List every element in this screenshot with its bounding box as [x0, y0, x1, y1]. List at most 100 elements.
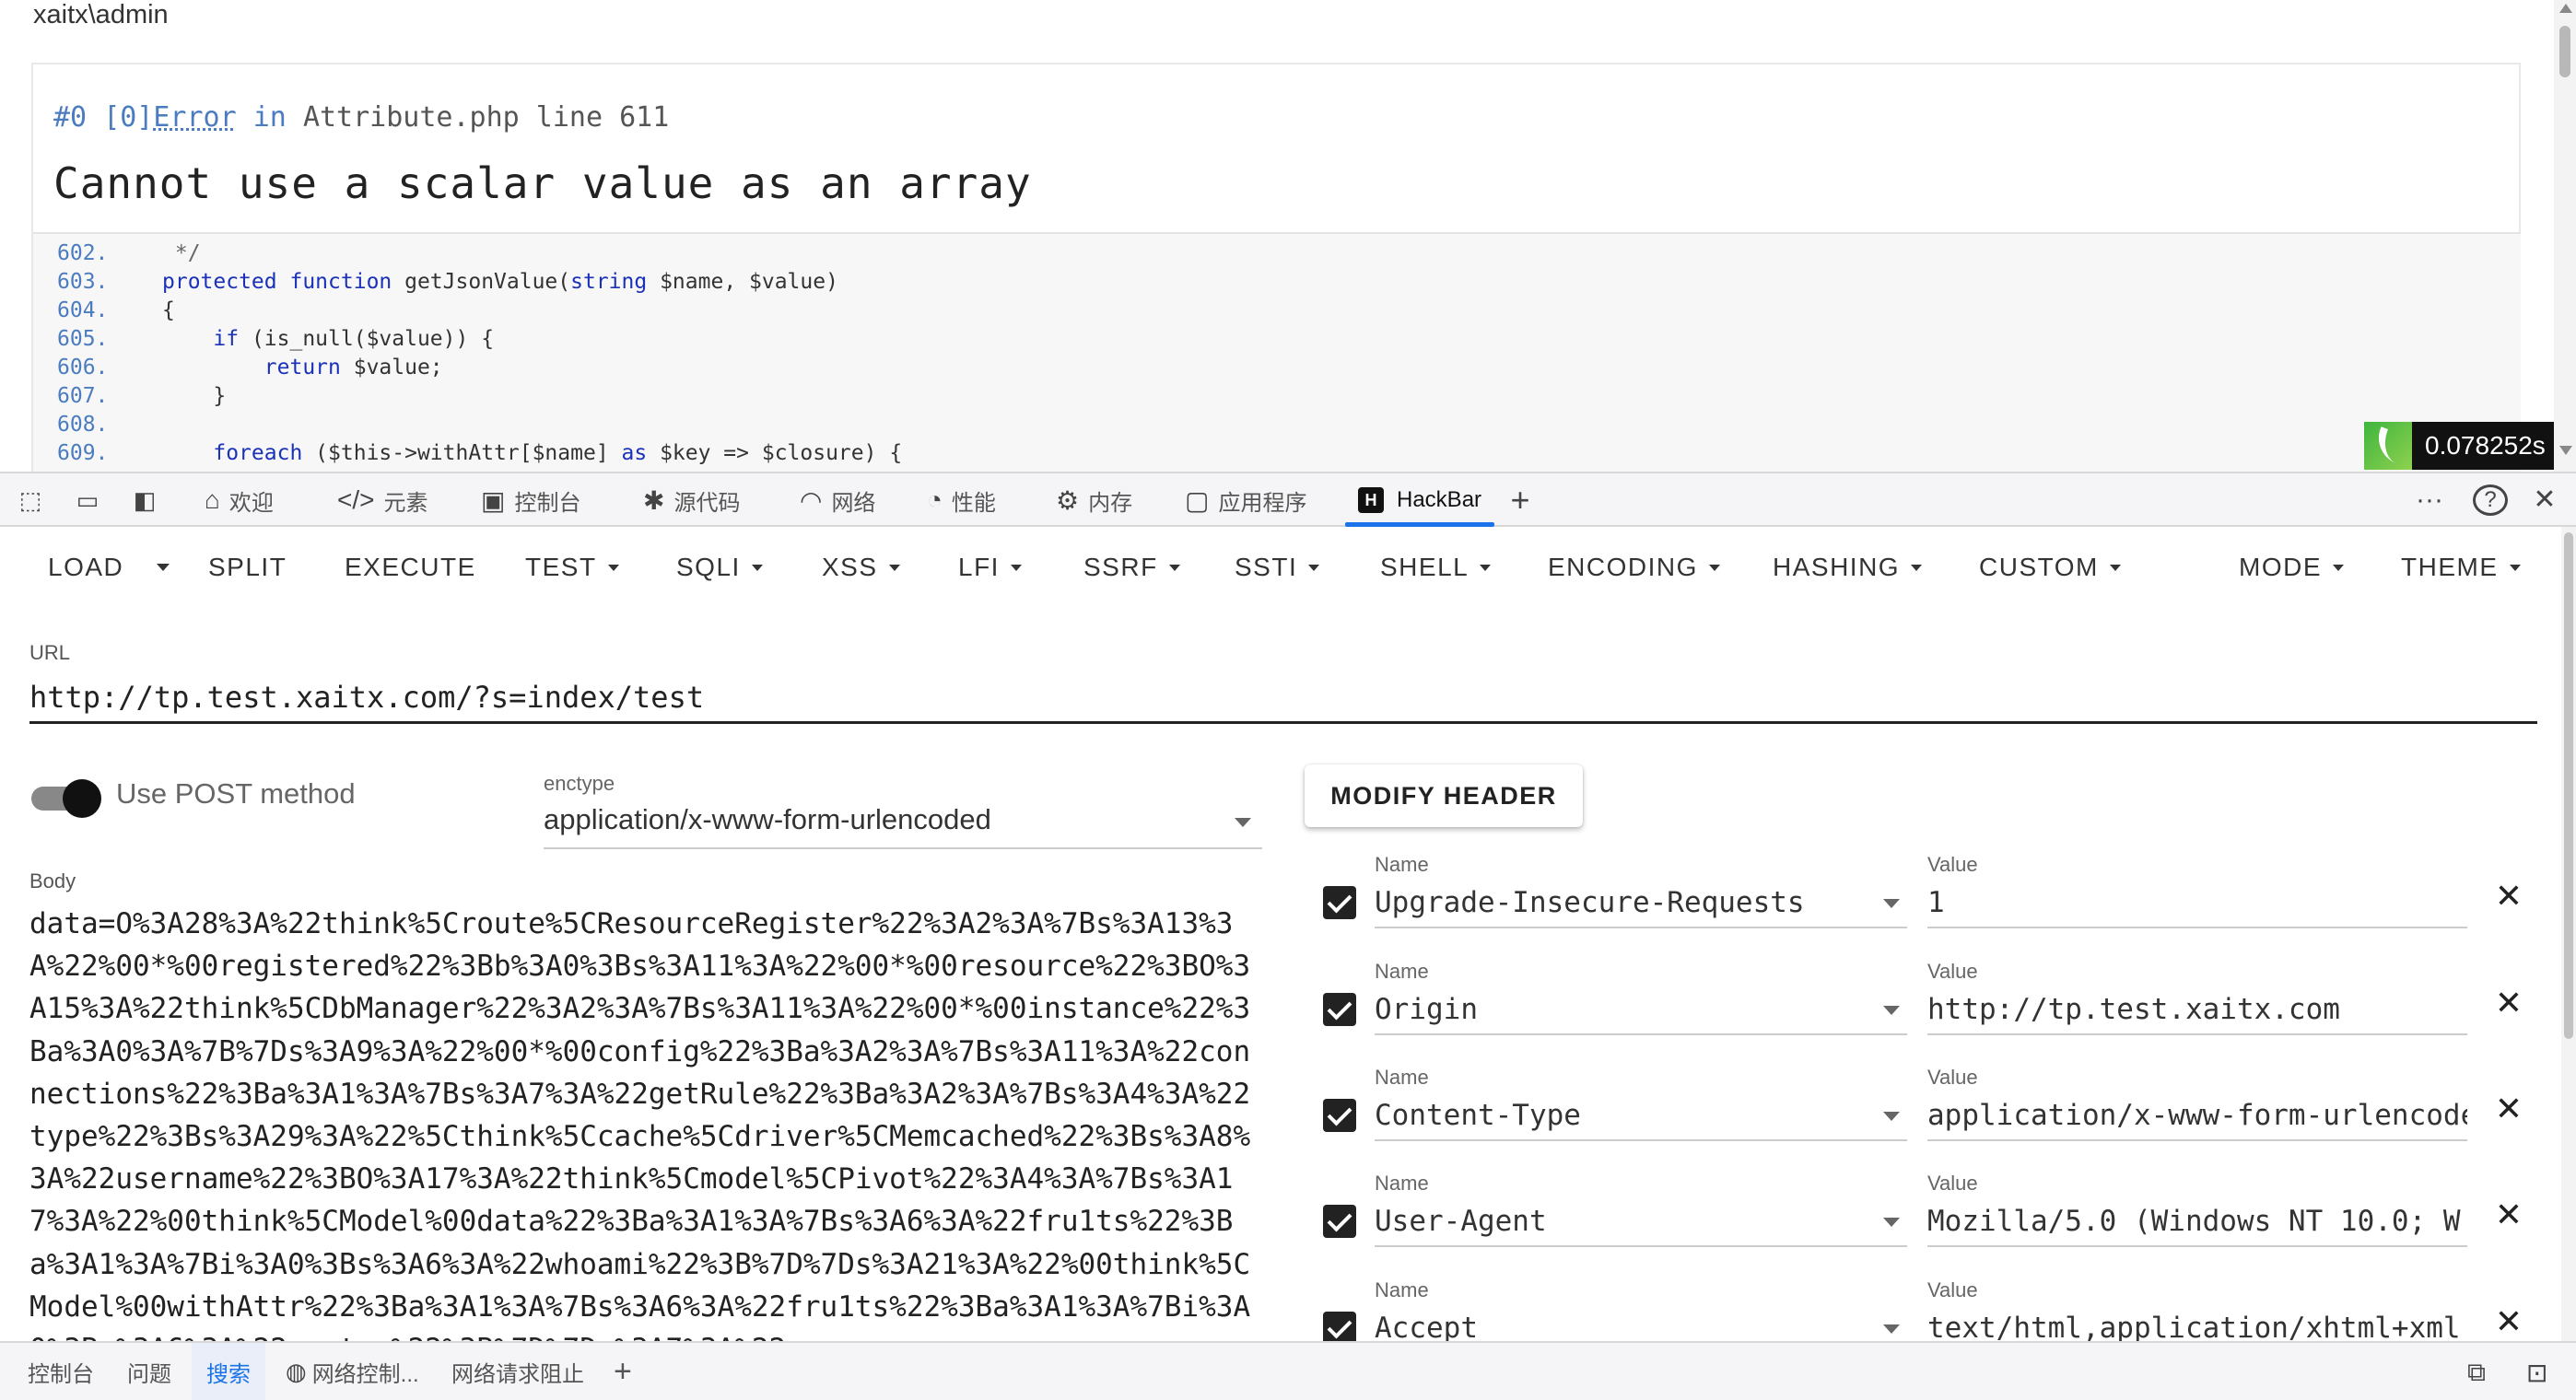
- xss-menu[interactable]: XSS: [822, 553, 900, 582]
- dock-drawer-icon[interactable]: ⧉: [2467, 1358, 2486, 1388]
- tab-label: 内存: [1088, 490, 1133, 516]
- header-name-select[interactable]: Content-Type: [1375, 1095, 1907, 1141]
- tab-application[interactable]: ▢ 应用程序: [1185, 473, 1306, 527]
- scroll-down-icon[interactable]: [2559, 446, 2572, 455]
- hashing-menu[interactable]: HASHING: [1773, 553, 1923, 582]
- caret-down-icon: [1911, 564, 1923, 571]
- ssti-menu[interactable]: SSTI: [1235, 553, 1320, 582]
- tab-label: 应用程序: [1218, 490, 1307, 516]
- remove-header-close-icon[interactable]: ✕: [2493, 880, 2524, 913]
- wifi-icon: ◠: [800, 485, 823, 515]
- tab-label: 控制台: [514, 490, 581, 516]
- tab-label: 欢迎: [228, 490, 274, 516]
- code-snippet: 602. */ 603. protected function getJsonVa…: [33, 232, 2521, 472]
- header-name-select[interactable]: User-Agent: [1375, 1201, 1907, 1247]
- dock-side-icon[interactable]: ◧: [129, 484, 160, 516]
- tab-console[interactable]: ▣ 控制台: [481, 473, 580, 527]
- error-card: #0 [0]Error in Attribute.php line 611 Ca…: [31, 63, 2521, 472]
- remove-header-close-icon[interactable]: ✕: [2493, 1092, 2524, 1126]
- lfi-menu[interactable]: LFI: [958, 553, 1022, 582]
- ssrf-menu[interactable]: SSRF: [1083, 553, 1180, 582]
- header-value-input[interactable]: Mozilla/5.0 (Windows NT 10.0; W: [1927, 1201, 2467, 1247]
- inspect-element-icon[interactable]: ⬚: [15, 484, 46, 516]
- header-name-select[interactable]: Accept: [1375, 1308, 1907, 1341]
- add-tab-button[interactable]: +: [1502, 483, 1539, 518]
- drawer-tab-search[interactable]: 搜索: [192, 1343, 265, 1400]
- custom-menu[interactable]: CUSTOM: [1979, 553, 2121, 582]
- drawer-tab-console[interactable]: 控制台: [15, 1343, 107, 1400]
- tab-sources[interactable]: ✱ 源代码: [643, 473, 740, 527]
- scrollbar-thumb[interactable]: [2559, 26, 2570, 77]
- remove-header-close-icon[interactable]: ✕: [2493, 1198, 2524, 1231]
- header-value-input[interactable]: text/html,application/xhtml+xml: [1927, 1308, 2467, 1341]
- error-type-link[interactable]: Error: [153, 101, 236, 134]
- mode-menu[interactable]: MODE: [2239, 553, 2344, 582]
- thinkphp-logo-icon: [2364, 422, 2412, 470]
- header-enabled-checkbox[interactable]: [1323, 1312, 1356, 1341]
- header-enabled-checkbox[interactable]: [1323, 1099, 1356, 1132]
- trace-timer-badge[interactable]: 0.078252s: [2364, 422, 2557, 470]
- hackbar-menu: LOAD SPLIT EXECUTE TEST SQLI XSS LFI SSR…: [0, 527, 2576, 610]
- gauge-icon: ◔: [927, 485, 943, 514]
- url-input[interactable]: [29, 672, 2537, 724]
- shell-menu[interactable]: SHELL: [1380, 553, 1492, 582]
- menu-label: SHELL: [1380, 553, 1469, 581]
- tab-label: 性能: [951, 490, 996, 516]
- header-enabled-checkbox[interactable]: [1323, 993, 1356, 1026]
- tab-elements[interactable]: </> 元素: [337, 473, 427, 527]
- page-scrollbar[interactable]: [2554, 0, 2576, 472]
- tab-performance[interactable]: ◔ 性能: [927, 473, 996, 527]
- drawer-tab-network-conditions[interactable]: ◍ 网络控制...: [273, 1343, 432, 1400]
- execute-button[interactable]: EXECUTE: [345, 553, 476, 582]
- split-button[interactable]: SPLIT: [208, 553, 287, 582]
- load-options-caret-icon[interactable]: [157, 564, 170, 571]
- drawer-tab-request-blocking[interactable]: 网络请求阻止: [439, 1343, 597, 1400]
- more-tools-button[interactable]: ···: [2408, 483, 2451, 518]
- body-textarea[interactable]: data=O%3A28%3A%22think%5Croute%5CResourc…: [29, 903, 1264, 1341]
- scrollbar-thumb[interactable]: [2564, 532, 2573, 1039]
- close-drawer-icon[interactable]: ⊡: [2526, 1358, 2547, 1388]
- tab-welcome[interactable]: ⌂ 欢迎: [205, 473, 274, 527]
- enctype-select[interactable]: application/x-www-form-urlencoded: [544, 799, 1262, 849]
- header-name-select[interactable]: Origin: [1375, 989, 1907, 1035]
- caret-down-icon: [2509, 564, 2521, 571]
- help-button[interactable]: ?: [2473, 484, 2508, 516]
- chevron-down-icon: [1883, 899, 1900, 908]
- header-value-label: Value: [1927, 853, 1978, 876]
- hackbar-panel: LOAD SPLIT EXECUTE TEST SQLI XSS LFI SSR…: [0, 527, 2576, 1341]
- header-name-select[interactable]: Upgrade-Insecure-Requests: [1375, 882, 1907, 928]
- code-line: 607. }: [33, 384, 226, 413]
- theme-menu[interactable]: THEME: [2401, 553, 2521, 582]
- hackbar-scrollbar[interactable]: [2561, 527, 2576, 1341]
- tab-network[interactable]: ◠ 网络: [800, 473, 875, 527]
- line-number: 606.: [57, 356, 109, 379]
- scroll-up-icon[interactable]: [2559, 4, 2572, 13]
- tab-hackbar[interactable]: H HackBar: [1345, 473, 1495, 527]
- header-enabled-checkbox[interactable]: [1323, 886, 1356, 919]
- drawer-add-tab-button[interactable]: +: [603, 1343, 643, 1400]
- tab-label: 源代码: [673, 490, 741, 516]
- load-button[interactable]: LOAD: [48, 553, 123, 582]
- header-enabled-checkbox[interactable]: [1323, 1205, 1356, 1238]
- tab-memory[interactable]: ⚙ 内存: [1056, 473, 1132, 527]
- header-name-label: Name: [1375, 960, 1429, 983]
- modify-header-button[interactable]: MODIFY HEADER: [1305, 764, 1583, 827]
- header-value-input[interactable]: application/x-www-form-urlencoded: [1927, 1095, 2467, 1141]
- close-devtools-button[interactable]: ✕: [2526, 483, 2563, 518]
- sqli-menu[interactable]: SQLI: [676, 553, 763, 582]
- drawer-tab-issues[interactable]: 问题: [114, 1343, 184, 1400]
- remove-header-close-icon[interactable]: ✕: [2493, 986, 2524, 1020]
- toggle-knob: [63, 779, 101, 818]
- header-row: Name User-Agent Value Mozilla/5.0 (Windo…: [1305, 1172, 2539, 1278]
- remove-header-close-icon[interactable]: ✕: [2493, 1305, 2524, 1338]
- header-value-input[interactable]: 1: [1927, 882, 2467, 928]
- console-icon: ▣: [481, 485, 506, 515]
- device-emulation-icon[interactable]: ▭: [72, 484, 103, 516]
- test-menu[interactable]: TEST: [525, 553, 619, 582]
- header-value-input[interactable]: http://tp.test.xaitx.com: [1927, 989, 2467, 1035]
- header-row: Name Content-Type Value application/x-ww…: [1305, 1066, 2539, 1172]
- encoding-menu[interactable]: ENCODING: [1548, 553, 1720, 582]
- post-method-toggle[interactable]: [31, 777, 101, 818]
- menu-label: ENCODING: [1548, 553, 1698, 581]
- code-line: 603. protected function getJsonValue(stri…: [33, 270, 838, 298]
